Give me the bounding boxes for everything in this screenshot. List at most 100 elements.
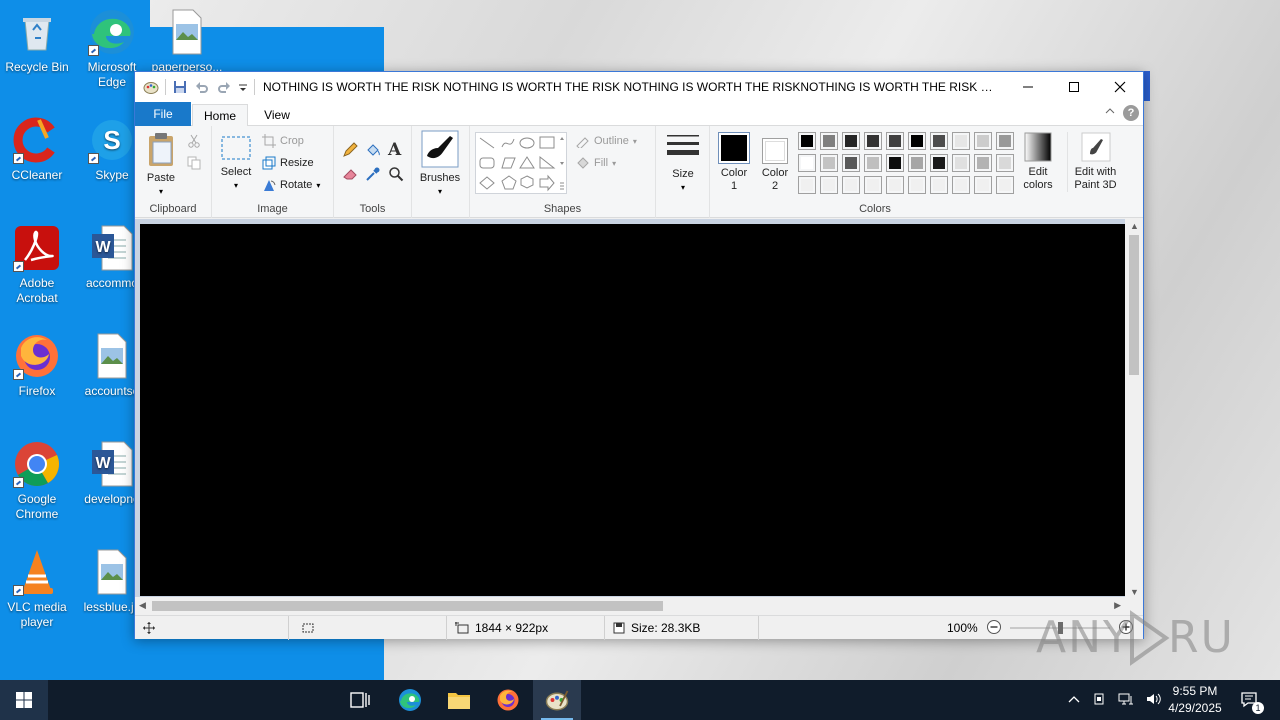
palette-swatch[interactable] — [908, 176, 926, 194]
close-button[interactable] — [1097, 72, 1143, 102]
palette-swatch[interactable] — [842, 132, 860, 150]
start-button[interactable] — [0, 680, 48, 720]
size-button[interactable]: Size ▾ — [663, 132, 703, 194]
minimize-button[interactable] — [1005, 72, 1051, 102]
action-center-button[interactable]: 1 — [1236, 680, 1264, 720]
horizontal-scroll-thumb[interactable] — [152, 601, 663, 611]
undo-icon[interactable] — [194, 79, 210, 95]
desktop-icon-firefox[interactable]: Firefox — [0, 332, 74, 399]
taskbar-firefox[interactable] — [484, 680, 532, 720]
palette-swatch[interactable] — [952, 176, 970, 194]
color2-button[interactable]: Color 2 — [757, 138, 793, 193]
scroll-down-icon[interactable]: ▼ — [1130, 587, 1139, 597]
task-view-button[interactable] — [336, 680, 384, 720]
tray-device-icon[interactable] — [1092, 692, 1106, 709]
palette-swatch[interactable] — [930, 176, 948, 194]
palette-swatch[interactable] — [974, 154, 992, 172]
palette-swatch[interactable] — [886, 176, 904, 194]
network-button[interactable] — [1118, 692, 1134, 709]
redo-icon[interactable] — [216, 79, 232, 95]
color1-button[interactable]: Color 1 — [714, 132, 754, 193]
palette-swatch[interactable] — [908, 132, 926, 150]
tab-view[interactable]: View — [251, 104, 303, 126]
palette-swatch[interactable] — [820, 176, 838, 194]
taskbar-clock[interactable]: 9:55 PM 4/29/2025 — [1160, 683, 1230, 717]
copy-icon[interactable] — [187, 156, 201, 173]
pencil-icon[interactable] — [342, 142, 358, 161]
taskbar-file-explorer[interactable] — [435, 680, 483, 720]
palette-swatch[interactable] — [886, 154, 904, 172]
tab-file[interactable]: File — [135, 102, 191, 126]
select-button[interactable]: Select ▾ — [218, 134, 254, 192]
palette-swatch[interactable] — [996, 176, 1014, 194]
eraser-icon[interactable] — [342, 166, 358, 185]
paste-button[interactable]: Paste ▾ — [141, 132, 181, 198]
crop-button[interactable]: Crop — [262, 134, 304, 148]
window-controls — [1005, 72, 1143, 102]
palette-swatch[interactable] — [842, 154, 860, 172]
acrobat-icon — [13, 224, 61, 272]
maximize-button[interactable] — [1051, 72, 1097, 102]
desktop-icon-vlc[interactable]: VLC media player — [0, 548, 74, 630]
palette-swatch[interactable] — [820, 154, 838, 172]
help-icon[interactable]: ? — [1123, 105, 1139, 121]
title-bar[interactable]: NOTHING IS WORTH THE RISK NOTHING IS WOR… — [135, 72, 1143, 102]
edit-paint3d-button[interactable]: Edit with Paint 3D — [1067, 132, 1121, 192]
palette-swatch[interactable] — [996, 132, 1014, 150]
desktop-icon-adobe-acrobat[interactable]: Adobe Acrobat — [0, 224, 74, 306]
minimize-ribbon-icon[interactable] — [1105, 106, 1115, 119]
palette-swatch-color — [999, 157, 1011, 169]
save-icon[interactable] — [172, 79, 188, 95]
palette-swatch[interactable] — [864, 132, 882, 150]
palette-swatch[interactable] — [798, 154, 816, 172]
desktop-icon-paperperso[interactable]: paperperso... — [150, 8, 224, 75]
tab-home[interactable]: Home — [192, 104, 248, 127]
palette-swatch[interactable] — [864, 154, 882, 172]
palette-swatch[interactable] — [842, 176, 860, 194]
fill-button[interactable]: Fill ▾ — [576, 156, 616, 170]
palette-swatch[interactable] — [930, 154, 948, 172]
drawing-canvas[interactable] — [140, 224, 1125, 596]
taskbar-edge[interactable] — [386, 680, 434, 720]
customize-qat-icon[interactable] — [238, 79, 248, 95]
scroll-left-icon[interactable]: ◀ — [139, 600, 146, 611]
palette-swatch[interactable] — [974, 176, 992, 194]
palette-swatch-color — [933, 179, 945, 191]
select-label: Select — [220, 166, 252, 178]
desktop-icon-ccleaner[interactable]: CCleaner — [0, 116, 74, 183]
cut-icon[interactable] — [187, 134, 201, 151]
palette-swatch[interactable] — [952, 132, 970, 150]
palette-swatch-color — [955, 135, 967, 147]
text-tool-icon[interactable]: A — [388, 140, 401, 160]
palette-swatch[interactable] — [886, 132, 904, 150]
fill-bucket-icon[interactable] — [365, 142, 381, 161]
vertical-scroll-thumb[interactable] — [1129, 235, 1139, 375]
scroll-up-icon[interactable]: ▲ — [1130, 221, 1139, 231]
zoom-out-button[interactable] — [986, 619, 1002, 638]
outline-button[interactable]: Outline ▾ — [576, 134, 637, 148]
palette-swatch[interactable] — [930, 132, 948, 150]
vertical-scrollbar[interactable]: ▲ ▼ — [1125, 219, 1143, 599]
desktop-icon-google-chrome[interactable]: Google Chrome — [0, 440, 74, 522]
palette-swatch[interactable] — [798, 176, 816, 194]
palette-swatch[interactable] — [974, 132, 992, 150]
palette-swatch[interactable] — [798, 132, 816, 150]
taskbar-paint[interactable] — [533, 680, 581, 720]
show-hidden-icons-button[interactable] — [1068, 693, 1080, 707]
magnifier-icon[interactable] — [388, 166, 404, 185]
palette-swatch[interactable] — [820, 132, 838, 150]
shapes-gallery[interactable] — [475, 132, 567, 194]
palette-swatch[interactable] — [996, 154, 1014, 172]
palette-swatch[interactable] — [908, 154, 926, 172]
edit-colors-button[interactable]: Edit colors — [1016, 132, 1060, 192]
edge-icon — [88, 8, 136, 56]
desktop-icon-recycle-bin[interactable]: Recycle Bin — [0, 8, 74, 75]
device-icon — [1094, 693, 1104, 704]
resize-button[interactable]: Resize — [262, 156, 314, 170]
color-picker-icon[interactable] — [365, 166, 381, 185]
horizontal-scrollbar[interactable]: ◀ ▶ — [135, 597, 1125, 614]
palette-swatch[interactable] — [864, 176, 882, 194]
rotate-button[interactable]: Rotate ▾ — [262, 178, 320, 192]
palette-swatch[interactable] — [952, 154, 970, 172]
brushes-button[interactable]: Brushes ▾ — [417, 130, 463, 198]
